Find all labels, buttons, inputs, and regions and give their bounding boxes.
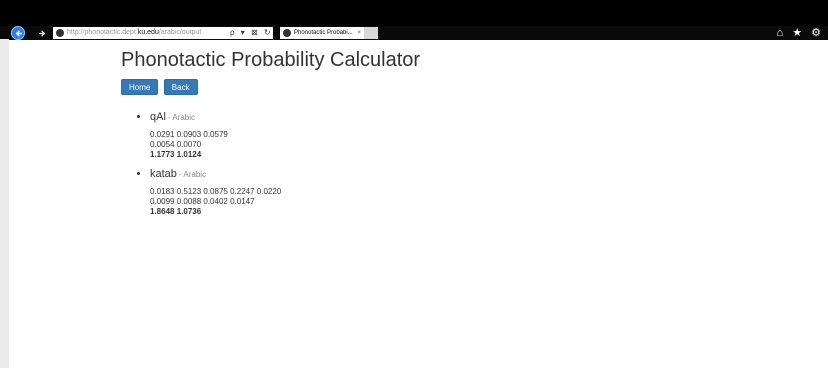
window-edge (0, 39, 9, 368)
address-suffix: /arabic/output (158, 29, 202, 36)
segment-probabilities: 0.0291 0.0903 0.0579 (150, 130, 228, 139)
page-title: Phonotactic Probability Calculator (121, 49, 421, 71)
back-arrow-icon[interactable] (11, 26, 25, 40)
biphone-probabilities: 0.0054 0.0070 (150, 140, 202, 149)
result-language: - Arabic (178, 170, 207, 179)
result-word: katab (150, 168, 177, 180)
results-list: qAl- Arabic 0.0291 0.0903 0.0579 0.0054 … (121, 111, 420, 217)
address-prefix: http://phonotactic.dept. (67, 29, 138, 36)
forward-arrow-icon[interactable] (36, 26, 48, 40)
result-language: - Arabic (167, 113, 196, 122)
main-content: Phonotactic Probability Calculator Home … (121, 48, 420, 225)
address-domain: ku.edu (137, 29, 159, 36)
result-word: qAl (150, 111, 166, 123)
close-tab-icon[interactable]: × (357, 27, 361, 39)
site-icon (283, 29, 291, 37)
new-tab-button[interactable] (364, 27, 378, 39)
probability-sums: 1.1773 1.0124 (150, 150, 202, 159)
list-item: katab- Arabic 0.0183 0.5123 0.0875 0.224… (150, 168, 420, 217)
tab-title: Phonotactic Probabi... (294, 30, 353, 36)
list-item: qAl- Arabic 0.0291 0.0903 0.0579 0.0054 … (150, 111, 420, 160)
segment-probabilities: 0.0183 0.5123 0.0875 0.2247 0.0220 (150, 187, 282, 196)
result-values: 0.0183 0.5123 0.0875 0.2247 0.0220 0.009… (150, 187, 420, 217)
home-button[interactable]: Home (121, 79, 159, 95)
site-icon (56, 29, 64, 37)
button-group: Home Back (121, 77, 420, 95)
result-values: 0.0291 0.0903 0.0579 0.0054 0.0070 1.177… (150, 130, 420, 160)
address-actions[interactable]: ρ ▾ ⊠ ↻ (230, 27, 273, 39)
browser-tab[interactable]: Phonotactic Probabi... × (280, 27, 364, 39)
probability-sums: 1.8648 1.0736 (150, 207, 202, 216)
browser-right-icons[interactable]: ⌂ ★ ⚙ (777, 26, 824, 40)
back-button[interactable]: Back (163, 79, 198, 95)
biphone-probabilities: 0.0099 0.0088 0.0402 0.0147 (150, 197, 255, 206)
